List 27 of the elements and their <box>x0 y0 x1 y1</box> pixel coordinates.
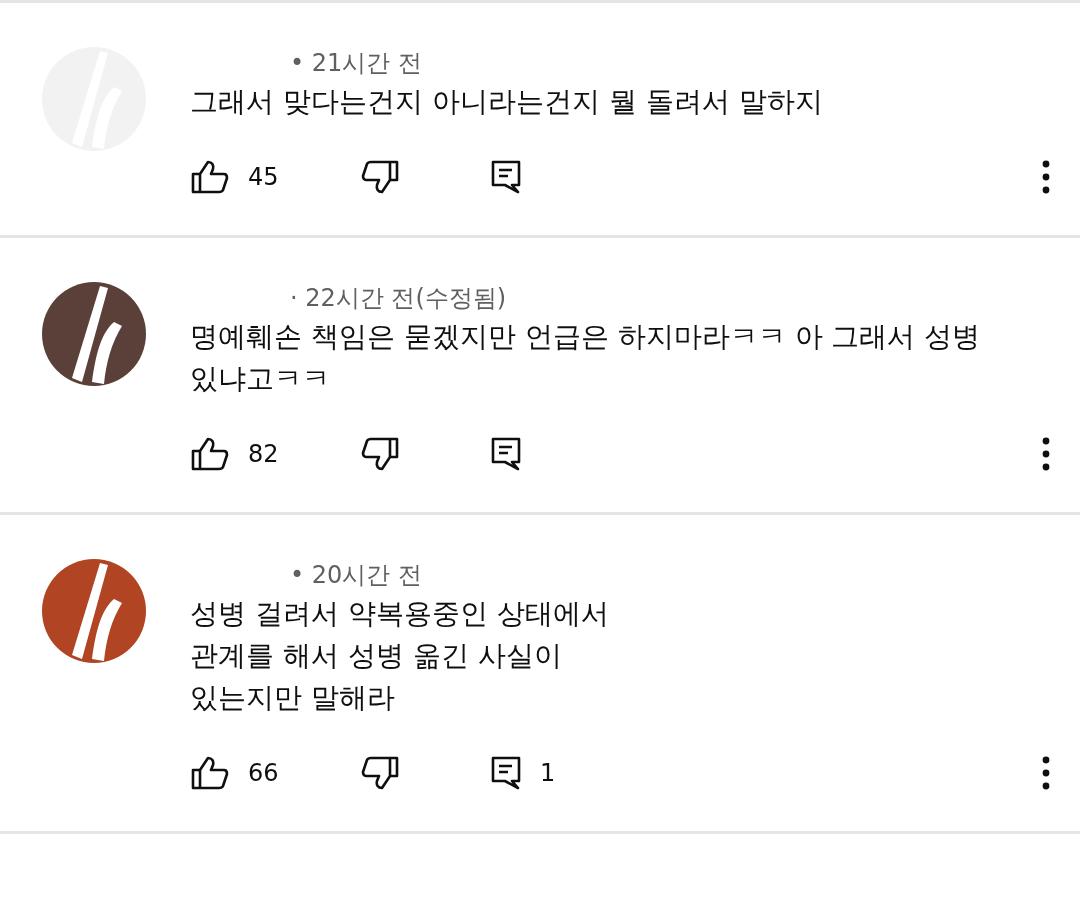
comment-meta: · 22시간 전(수정됨) <box>289 283 507 314</box>
comment-text: 성병 걸려서 약복용중인 상태에서 관계를 해서 성병 옮긴 사실이 있는지만 말해라 <box>190 596 609 716</box>
comment-meta: • 20시간 전 <box>289 560 422 591</box>
reply-button[interactable]: 1 <box>490 755 660 791</box>
avatar[interactable] <box>42 559 146 663</box>
more-icon <box>1042 756 1050 790</box>
thumbs-down-icon <box>360 159 400 195</box>
thumbs-up-icon <box>190 159 230 195</box>
more-options-button[interactable] <box>1042 437 1050 471</box>
comment-icon <box>490 159 522 195</box>
comment-text: 그래서 맞다는건지 아니라는건지 뭘 돌려서 말하지 <box>190 84 823 120</box>
thumbs-up-icon <box>190 755 230 791</box>
comment-icon <box>490 755 522 791</box>
more-icon <box>1042 160 1050 194</box>
comment-icon <box>490 436 522 472</box>
avatar[interactable] <box>42 282 146 386</box>
thumbs-down-icon <box>360 436 400 472</box>
like-button[interactable]: 45 <box>190 159 360 195</box>
comment-meta: • 21시간 전 <box>289 48 422 79</box>
more-options-button[interactable] <box>1042 756 1050 790</box>
like-button[interactable]: 82 <box>190 436 360 472</box>
thumbs-up-icon <box>190 436 230 472</box>
comment-text: 명예훼손 책임은 묻겠지만 언급은 하지마라ㅋㅋ 아 그래서 성병 있냐고ㅋㅋ <box>190 319 982 397</box>
like-button[interactable]: 66 <box>190 755 360 791</box>
more-icon <box>1042 437 1050 471</box>
more-options-button[interactable] <box>1042 160 1050 194</box>
thumbs-down-icon <box>360 755 400 791</box>
